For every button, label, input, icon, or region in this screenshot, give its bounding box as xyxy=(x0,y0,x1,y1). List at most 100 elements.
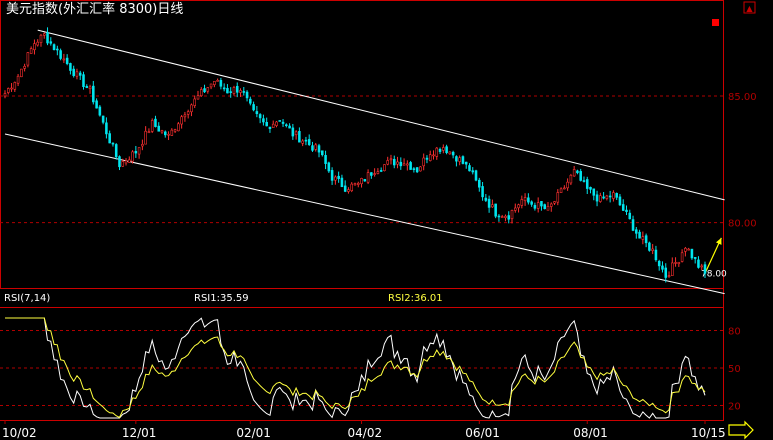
candle-body xyxy=(690,248,694,259)
candle-body xyxy=(42,33,46,36)
candle-body xyxy=(291,127,295,137)
x-tick-label: 10/15 xyxy=(691,426,726,440)
candle-body xyxy=(549,203,553,207)
candle-body xyxy=(262,118,265,123)
candle-body xyxy=(559,188,563,193)
candle-body xyxy=(252,104,255,111)
candle-body xyxy=(514,207,517,211)
candle-body xyxy=(527,197,530,203)
candle-body xyxy=(180,116,183,125)
x-tick-label: 02/01 xyxy=(236,426,271,440)
candle-body xyxy=(301,140,304,144)
candle-body xyxy=(700,265,704,268)
candle-body xyxy=(350,183,354,191)
candle-body xyxy=(271,123,275,128)
candle-body xyxy=(363,179,367,182)
candle-body xyxy=(65,57,69,64)
candle-body xyxy=(553,201,556,204)
candle-body xyxy=(317,145,321,153)
candle-body xyxy=(451,151,455,156)
candle-body xyxy=(644,235,648,244)
candle-body xyxy=(268,126,272,130)
candle-body xyxy=(373,173,376,175)
candle-body xyxy=(265,122,268,127)
candle-body xyxy=(209,83,213,88)
candle-body xyxy=(621,204,625,211)
candle-body xyxy=(582,180,586,182)
candle-body xyxy=(648,242,651,251)
candle-body xyxy=(576,170,579,174)
candle-body xyxy=(327,162,331,172)
candle-body xyxy=(16,75,20,84)
candle-body xyxy=(39,34,43,43)
candle-body xyxy=(203,88,206,93)
price-tick-label: 80.00 xyxy=(728,219,757,230)
candle-body xyxy=(294,131,298,136)
candle-body xyxy=(628,212,632,220)
candle-body xyxy=(396,161,399,165)
candle-body xyxy=(507,215,511,220)
candle-body xyxy=(422,157,425,167)
candle-body xyxy=(684,247,687,252)
candle-body xyxy=(543,204,546,210)
rsi-panel-label: RSI(7,14) xyxy=(4,293,50,304)
candle-body xyxy=(651,248,654,251)
candle-body xyxy=(330,170,334,181)
candle-body xyxy=(278,120,282,122)
candle-body xyxy=(510,210,514,219)
candle-body xyxy=(520,199,524,206)
candle-body xyxy=(674,262,677,264)
candle-body xyxy=(307,139,311,145)
price-tick-label: 85.00 xyxy=(728,92,757,103)
candle-body xyxy=(563,187,566,190)
candle-body xyxy=(131,151,134,162)
candle-body xyxy=(216,80,219,82)
candle-body xyxy=(523,197,527,202)
candle-body xyxy=(213,81,216,85)
candle-body xyxy=(321,150,324,156)
candle-body xyxy=(464,161,468,165)
candle-body xyxy=(226,88,229,94)
candle-body xyxy=(589,186,592,190)
candle-body xyxy=(95,100,98,109)
candle-body xyxy=(164,131,167,136)
candle-body xyxy=(160,130,164,133)
candle-body xyxy=(199,89,203,97)
candle-body xyxy=(540,201,543,207)
candle-body xyxy=(579,171,582,181)
rsi-tick-label: 50 xyxy=(728,364,741,375)
candle-body xyxy=(504,215,507,218)
candle-body xyxy=(419,166,422,172)
candle-body xyxy=(536,202,540,209)
candle-body xyxy=(59,50,62,59)
candle-body xyxy=(275,121,278,126)
candle-body xyxy=(304,139,308,142)
candle-body xyxy=(356,182,360,185)
candle-body xyxy=(494,203,497,217)
candle-body xyxy=(605,195,609,199)
candle-body xyxy=(92,85,95,103)
candle-body xyxy=(111,142,115,145)
candle-body xyxy=(167,133,170,136)
candle-body xyxy=(105,122,108,135)
candle-body xyxy=(324,155,327,164)
candle-body xyxy=(235,85,239,93)
rsi-tick-label: 80 xyxy=(728,327,741,338)
candle-body xyxy=(455,156,458,162)
candle-body xyxy=(281,121,285,124)
chart-canvas[interactable]: 美元指数(外汇汇率 8300)日线 ▲ 78.00 85.0080.00 805… xyxy=(0,0,773,440)
panel-marker-icon[interactable] xyxy=(712,19,719,26)
candle-body xyxy=(546,206,550,211)
candle-body xyxy=(154,118,157,127)
candle-body xyxy=(366,172,370,183)
candle-body xyxy=(566,181,569,189)
candle-body xyxy=(638,231,641,239)
candle-body xyxy=(206,87,210,92)
candle-body xyxy=(124,160,128,164)
candle-body xyxy=(249,98,252,104)
candle-body xyxy=(677,261,681,265)
candle-body xyxy=(285,124,288,127)
candle-body xyxy=(448,151,452,155)
candle-body xyxy=(432,154,435,157)
candle-body xyxy=(177,123,180,132)
